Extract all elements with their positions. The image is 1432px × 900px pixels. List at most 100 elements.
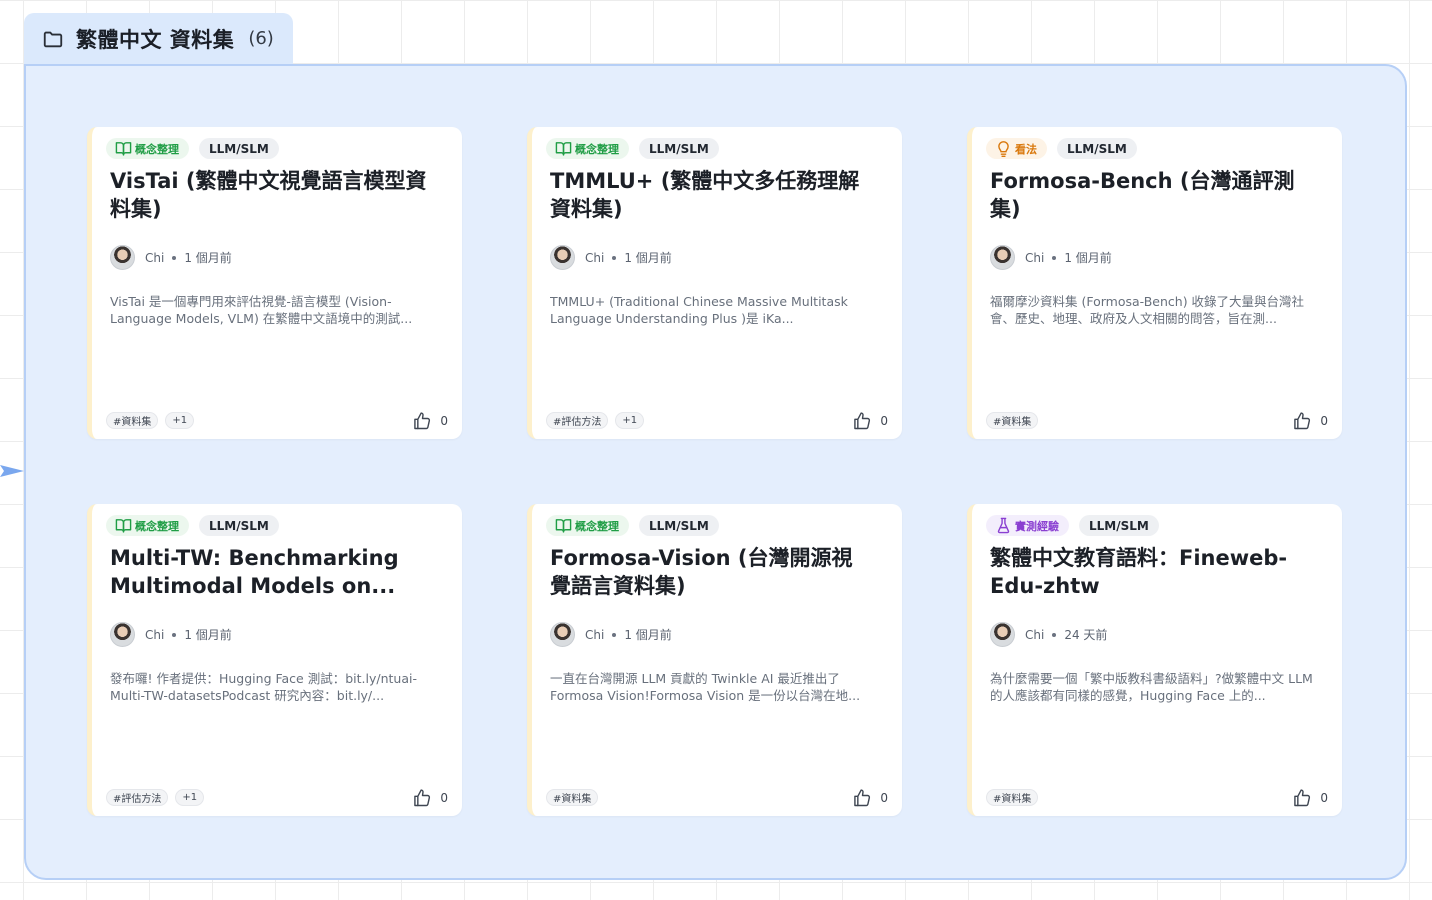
like-button[interactable]: 0 bbox=[1292, 788, 1328, 808]
book-icon bbox=[115, 140, 132, 157]
card-meta: Chi 24 天前 bbox=[990, 622, 1107, 647]
hashtag[interactable]: #資料集 bbox=[986, 789, 1039, 806]
separator-dot bbox=[172, 255, 177, 260]
avatar[interactable] bbox=[990, 622, 1015, 647]
card-summary: 發布囉! 作者提供：Hugging Face 測試：bit.ly/ntuai-M… bbox=[110, 671, 417, 703]
group-count: (6) bbox=[248, 28, 274, 49]
card-meta: Chi 1 個月前 bbox=[550, 245, 672, 270]
card-title[interactable]: 繁體中文教育語料：Fineweb-Edu-zhtw bbox=[990, 544, 1312, 600]
thumbs-up-icon bbox=[412, 788, 432, 808]
hashtag[interactable]: #評估方法 bbox=[106, 789, 169, 806]
hashtag-list: #資料集 +1 bbox=[106, 412, 195, 429]
author-name[interactable]: Chi bbox=[145, 628, 164, 642]
flask-icon bbox=[995, 517, 1012, 534]
like-count: 0 bbox=[880, 791, 888, 805]
category-tag[interactable]: 概念整理 bbox=[546, 515, 629, 536]
post-time: 1 個月前 bbox=[184, 628, 232, 642]
like-button[interactable]: 0 bbox=[852, 788, 888, 808]
thumbs-up-icon bbox=[852, 788, 872, 808]
card-meta: Chi 1 個月前 bbox=[110, 622, 232, 647]
like-button[interactable]: 0 bbox=[412, 411, 448, 431]
note-card[interactable]: 概念整理 LLM/SLM TMMLU+ (繁體中文多任務理解資料集) Chi 1… bbox=[527, 127, 902, 439]
type-tag[interactable]: LLM/SLM bbox=[639, 138, 719, 159]
like-count: 0 bbox=[440, 414, 448, 428]
connector-arrow-icon bbox=[0, 465, 24, 477]
like-button[interactable]: 0 bbox=[852, 411, 888, 431]
card-meta: Chi 1 個月前 bbox=[550, 622, 672, 647]
category-tag[interactable]: 實測經驗 bbox=[986, 515, 1069, 536]
avatar[interactable] bbox=[990, 245, 1015, 270]
type-tag[interactable]: LLM/SLM bbox=[639, 515, 719, 536]
category-label: 概念整理 bbox=[135, 519, 179, 533]
thumbs-up-icon bbox=[412, 411, 432, 431]
category-tag[interactable]: 概念整理 bbox=[106, 515, 189, 536]
lightbulb-icon bbox=[995, 140, 1012, 157]
card-summary: 一直在台灣開源 LLM 貢獻的 Twinkle AI 最近推出了 Formosa… bbox=[550, 671, 861, 703]
note-card[interactable]: 概念整理 LLM/SLM Formosa-Vision (台灣開源視覺語言資料集… bbox=[527, 504, 902, 816]
author-name[interactable]: Chi bbox=[145, 251, 164, 265]
thumbs-up-icon bbox=[852, 411, 872, 431]
note-card[interactable]: 看法 LLM/SLM Formosa-Bench (台灣通評測集) Chi 1 … bbox=[967, 127, 1342, 439]
separator-dot bbox=[1052, 255, 1057, 260]
group-header[interactable]: 繁體中文 資料集 (6) bbox=[24, 13, 293, 64]
hashtag[interactable]: #資料集 bbox=[106, 412, 159, 429]
post-time: 1 個月前 bbox=[184, 251, 232, 265]
card-title[interactable]: VisTai (繁體中文視覺語言模型資料集) bbox=[110, 167, 432, 223]
folder-icon bbox=[42, 28, 64, 50]
post-time: 24 天前 bbox=[1064, 628, 1108, 642]
author-name[interactable]: Chi bbox=[1025, 251, 1044, 265]
like-button[interactable]: 0 bbox=[412, 788, 448, 808]
card-title[interactable]: TMMLU+ (繁體中文多任務理解資料集) bbox=[550, 167, 872, 223]
category-tag[interactable]: 概念整理 bbox=[546, 138, 629, 159]
note-card[interactable]: 概念整理 LLM/SLM Multi-TW: Benchmarking Mult… bbox=[87, 504, 462, 816]
post-time: 1 個月前 bbox=[624, 628, 672, 642]
card-summary: 為什麼需要一個「繁中版教科書級語料」?做繁體中文 LLM 的人應該都有同樣的感覺… bbox=[990, 671, 1313, 703]
category-label: 看法 bbox=[1015, 142, 1037, 156]
card-title[interactable]: Formosa-Bench (台灣通評測集) bbox=[990, 167, 1312, 223]
thumbs-up-icon bbox=[1292, 411, 1312, 431]
card-meta: Chi 1 個月前 bbox=[110, 245, 232, 270]
author-name[interactable]: Chi bbox=[585, 251, 604, 265]
type-tag[interactable]: LLM/SLM bbox=[199, 138, 279, 159]
like-count: 0 bbox=[1320, 791, 1328, 805]
hashtag-list: #評估方法 +1 bbox=[546, 412, 645, 429]
thumbs-up-icon bbox=[1292, 788, 1312, 808]
separator-dot bbox=[1052, 632, 1057, 637]
avatar[interactable] bbox=[110, 622, 135, 647]
post-time: 1 個月前 bbox=[624, 251, 672, 265]
avatar[interactable] bbox=[550, 245, 575, 270]
note-card[interactable]: 實測經驗 LLM/SLM 繁體中文教育語料：Fineweb-Edu-zhtw C… bbox=[967, 504, 1342, 816]
card-summary: TMMLU+ (Traditional Chinese Massive Mult… bbox=[550, 294, 848, 326]
note-card[interactable]: 概念整理 LLM/SLM VisTai (繁體中文視覺語言模型資料集) Chi … bbox=[87, 127, 462, 439]
category-label: 實測經驗 bbox=[1015, 519, 1059, 533]
category-tag[interactable]: 看法 bbox=[986, 138, 1047, 159]
card-title[interactable]: Multi-TW: Benchmarking Multimodal Models… bbox=[110, 544, 432, 600]
category-tag[interactable]: 概念整理 bbox=[106, 138, 189, 159]
like-count: 0 bbox=[440, 791, 448, 805]
author-name[interactable]: Chi bbox=[585, 628, 604, 642]
hashtag[interactable]: #資料集 bbox=[546, 789, 599, 806]
book-icon bbox=[115, 517, 132, 534]
card-summary: VisTai 是一個專門用來評估視覺-語言模型 (Vision-Language… bbox=[110, 294, 413, 326]
avatar[interactable] bbox=[110, 245, 135, 270]
more-tags-badge[interactable]: +1 bbox=[615, 412, 645, 429]
card-meta: Chi 1 個月前 bbox=[990, 245, 1112, 270]
category-label: 概念整理 bbox=[575, 519, 619, 533]
book-icon bbox=[555, 517, 572, 534]
hashtag[interactable]: #評估方法 bbox=[546, 412, 609, 429]
more-tags-badge[interactable]: +1 bbox=[165, 412, 195, 429]
hashtag[interactable]: #資料集 bbox=[986, 412, 1039, 429]
type-tag[interactable]: LLM/SLM bbox=[1057, 138, 1137, 159]
category-label: 概念整理 bbox=[575, 142, 619, 156]
card-title[interactable]: Formosa-Vision (台灣開源視覺語言資料集) bbox=[550, 544, 872, 600]
hashtag-list: #評估方法 +1 bbox=[106, 789, 205, 806]
avatar[interactable] bbox=[550, 622, 575, 647]
like-count: 0 bbox=[880, 414, 888, 428]
book-icon bbox=[555, 140, 572, 157]
type-tag[interactable]: LLM/SLM bbox=[1079, 515, 1159, 536]
separator-dot bbox=[172, 632, 177, 637]
like-button[interactable]: 0 bbox=[1292, 411, 1328, 431]
more-tags-badge[interactable]: +1 bbox=[175, 789, 205, 806]
type-tag[interactable]: LLM/SLM bbox=[199, 515, 279, 536]
author-name[interactable]: Chi bbox=[1025, 628, 1044, 642]
